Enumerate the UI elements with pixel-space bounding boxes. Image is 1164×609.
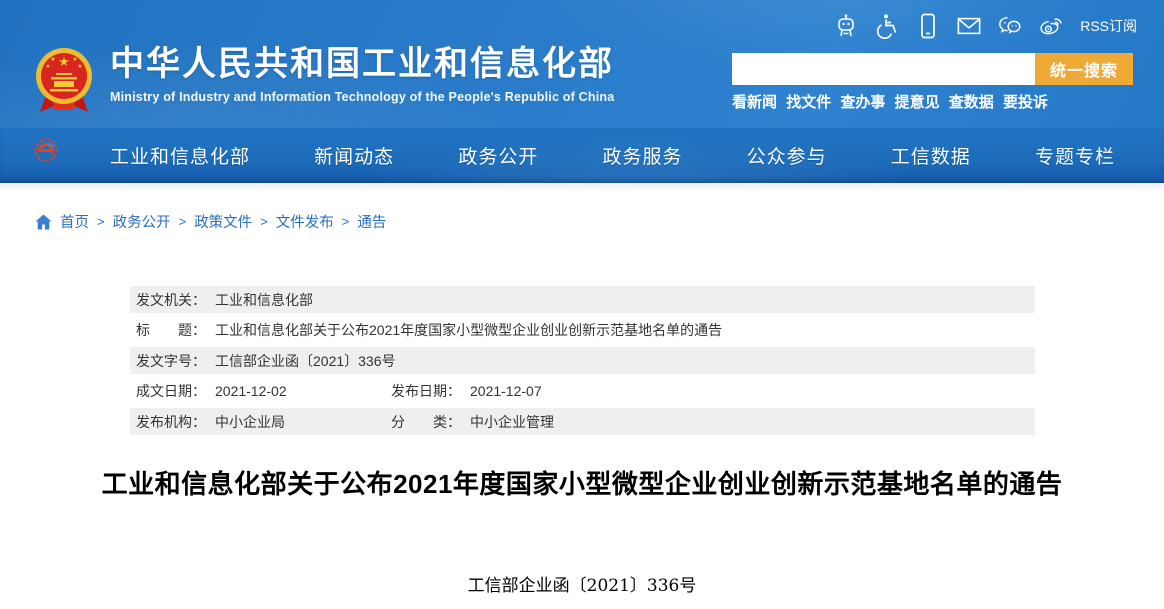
meta-value: 工信部企业函〔2021〕336号 [215,352,396,369]
rss-subscribe-link[interactable]: RSS订阅 [1080,16,1137,36]
meta-row-publisher-category: 发布机构： 中小企业局 分 类： 中小企业管理 [130,408,1035,435]
breadcrumb-item-notice[interactable]: 通告 [357,211,386,232]
quick-link-news[interactable]: 看新闻 [732,91,777,112]
meta-label: 发文字号： [136,352,206,369]
weibo-icon[interactable] [1039,13,1063,39]
meta-label: 发文机关： [136,291,206,308]
content-top-divider [0,183,1164,193]
quick-link-services[interactable]: 查办事 [840,91,885,112]
meta-cell: 成文日期： 2021-12-02 [130,381,287,401]
search-input[interactable] [732,53,1035,85]
meta-value: 中小企业管理 [470,413,554,430]
document-meta-table: 发文机关： 工业和信息化部 标 题： 工业和信息化部关于公布2021年度国家小型… [130,286,1035,435]
nav-item-miit-data[interactable]: 工信数据 [891,142,971,169]
quick-link-complaints[interactable]: 要投诉 [1003,91,1048,112]
meta-value: 工业和信息化部 [215,291,313,308]
quick-link-suggestions[interactable]: 提意见 [895,91,940,112]
gov-e-logo-icon [33,137,59,163]
nav-item-gov-services[interactable]: 政务服务 [602,142,682,169]
meta-label: 成文日期： [136,383,206,399]
nav-item-miit-home[interactable]: 工业和信息化部 [110,142,250,169]
home-icon[interactable] [35,214,52,230]
nav-item-gov-disclosure[interactable]: 政务公开 [458,142,538,169]
meta-label: 分 类： [391,413,461,430]
breadcrumb-separator: > [341,214,350,229]
svg-text:★: ★ [58,54,70,69]
breadcrumb-item-document-release[interactable]: 文件发布 [276,211,334,232]
quick-link-documents[interactable]: 找文件 [786,91,831,112]
breadcrumb-item-home[interactable]: 首页 [60,211,89,232]
meta-cell: 发文机关： 工业和信息化部 [130,290,313,310]
meta-label: 发布日期： [391,383,461,399]
search-bar: 统一搜索 [732,53,1133,85]
meta-cell: 标 题： 工业和信息化部关于公布2021年度国家小型微型企业创业创新示范基地名单… [130,320,722,340]
nav-item-public-participation[interactable]: 公众参与 [747,142,827,169]
nav-item-news[interactable]: 新闻动态 [314,142,394,169]
main-nav-items: 工业和信息化部 新闻动态 政务公开 政务服务 公众参与 工信数据 专题专栏 [110,128,1115,183]
national-emblem-logo[interactable]: ★ ★ ★ ★ ★ [34,44,94,121]
mail-envelope-icon[interactable] [957,13,981,39]
meta-cell: 分 类： 中小企业管理 [391,408,554,435]
meta-value: 2021-12-07 [470,383,542,399]
meta-value: 工业和信息化部关于公布2021年度国家小型微型企业创业创新示范基地名单的通告 [215,322,723,338]
meta-value: 2021-12-02 [215,383,287,399]
national-emblem-icon: ★ ★ ★ ★ ★ [36,48,92,112]
meta-row-dates: 成文日期： 2021-12-02 发布日期： 2021-12-07 [130,374,1035,408]
meta-cell: 发文字号： 工信部企业函〔2021〕336号 [130,351,396,371]
site-subtitle: Ministry of Industry and Information Tec… [110,90,615,104]
meta-row-issuing-authority: 发文机关： 工业和信息化部 [130,286,1035,313]
meta-cell: 发布日期： 2021-12-07 [391,374,542,408]
mobile-phone-icon[interactable] [916,13,940,39]
breadcrumb: 首页 > 政务公开 > 政策文件 > 文件发布 > 通告 [35,211,386,232]
wechat-icon[interactable] [998,13,1022,39]
page: ★ ★ ★ ★ ★ 中华人民共和国工业和信息化部 Ministry of Ind… [0,0,1164,609]
meta-value: 中小企业局 [215,413,285,430]
site-header: ★ ★ ★ ★ ★ 中华人民共和国工业和信息化部 Ministry of Ind… [0,0,1164,128]
site-title-block[interactable]: 中华人民共和国工业和信息化部 Ministry of Industry and … [110,44,614,104]
breadcrumb-separator: > [97,214,105,229]
article-doc-number: 工信部企业函〔2021〕336号 [467,576,697,596]
svg-text:★: ★ [72,56,77,63]
article-title: 工业和信息化部关于公布2021年度国家小型微型企业创业创新示范基地名单的通告 [101,469,1063,499]
svg-text:★: ★ [45,63,50,70]
nav-item-special-topics[interactable]: 专题专栏 [1035,142,1115,169]
breadcrumb-item-policy-documents[interactable]: 政策文件 [194,211,252,232]
breadcrumb-separator: > [178,214,187,229]
site-title: 中华人民共和国工业和信息化部 [110,45,614,83]
accessibility-wheelchair-icon[interactable] [875,13,899,39]
meta-label: 发布机构： [136,413,206,430]
ai-assistant-robot-icon[interactable] [834,13,858,39]
unified-search-button[interactable]: 统一搜索 [1035,53,1133,85]
meta-label: 标 题： [136,322,206,338]
svg-text:★: ★ [77,63,82,70]
svg-text:★: ★ [50,56,55,63]
meta-row-title: 标 题： 工业和信息化部关于公布2021年度国家小型微型企业创业创新示范基地名单… [130,313,1035,347]
quick-link-data[interactable]: 查数据 [949,91,994,112]
utility-icon-row: RSS订阅 [834,13,1137,39]
quick-links-row: 看新闻 找文件 查办事 提意见 查数据 要投诉 [732,91,1048,112]
breadcrumb-item-gov-disclosure[interactable]: 政务公开 [113,211,171,232]
meta-row-document-number: 发文字号： 工信部企业函〔2021〕336号 [130,347,1035,374]
breadcrumb-separator: > [260,214,268,229]
meta-cell: 发布机构： 中小企业局 [130,412,285,432]
